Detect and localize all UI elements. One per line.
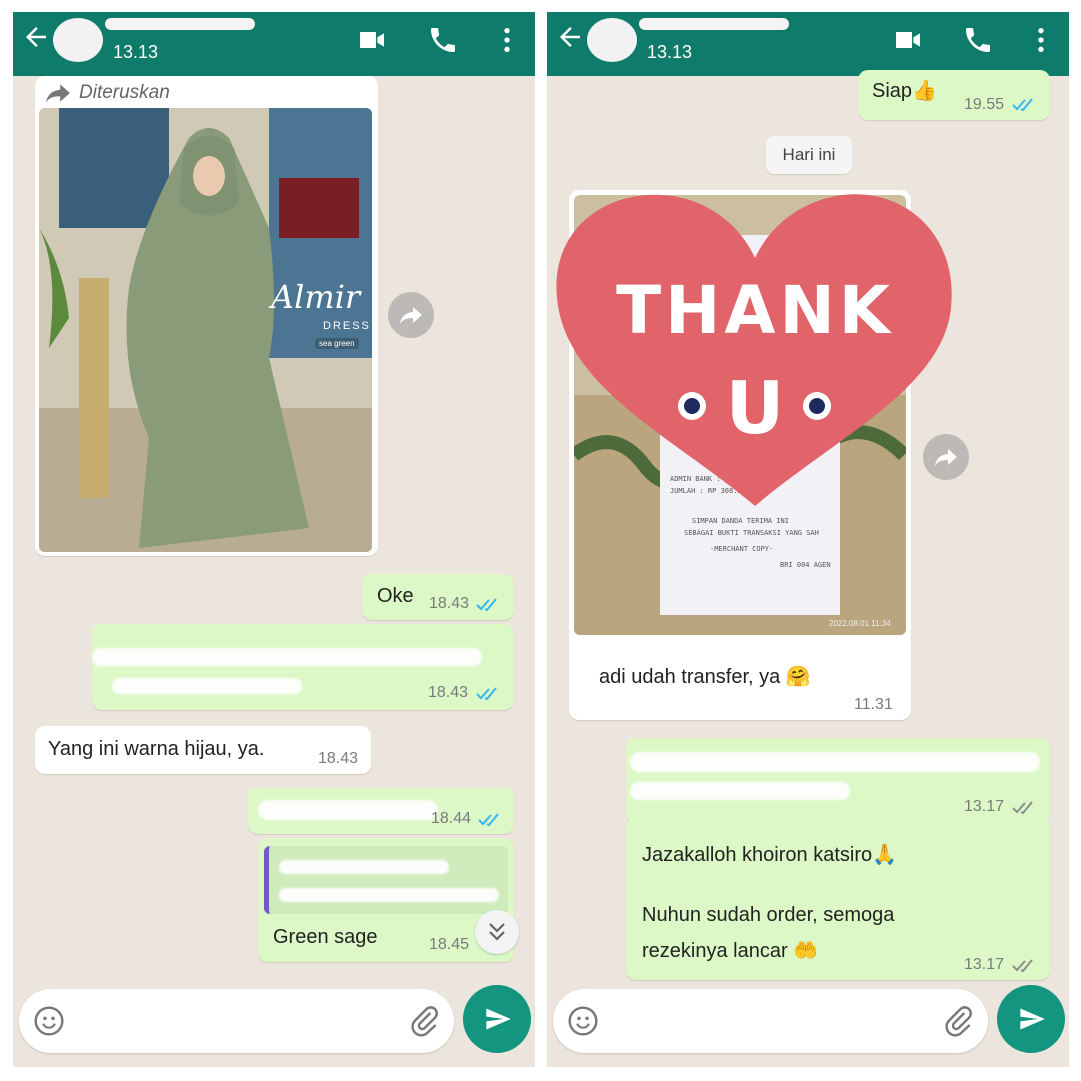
message-input-bar[interactable]: [19, 989, 454, 1053]
video-call-icon[interactable]: [892, 24, 924, 56]
message-time: 18.43: [428, 684, 469, 701]
contact-name-redacted[interactable]: [639, 18, 789, 30]
svg-text:SIMPAN DANDA TERIMA INI: SIMPAN DANDA TERIMA INI: [692, 517, 789, 525]
redacted-text: [630, 782, 850, 800]
forwarded-image-message[interactable]: Diteruskan Almir DRESS sea green: [35, 76, 378, 556]
message-text: Siap👍: [872, 80, 937, 102]
svg-text:SEBAGAI BUKTI TRANSAKSI YANG S: SEBAGAI BUKTI TRANSAKSI YANG SAH: [684, 529, 819, 537]
chat-header: 13.13: [13, 12, 535, 76]
message-time: 18.43: [318, 750, 359, 767]
message-input-bar[interactable]: [553, 989, 988, 1053]
forward-icon: [935, 449, 957, 466]
outgoing-message[interactable]: Jazakalloh khoiron katsiro🙏 Nuhun sudah …: [626, 818, 1050, 980]
message-line: Nuhun sudah order, semoga: [642, 904, 895, 926]
outgoing-message[interactable]: Siap👍 19.55: [858, 70, 1050, 120]
color-tag: sea green: [315, 338, 359, 349]
phone-icon[interactable]: [427, 24, 459, 56]
sticker-line-2: U: [725, 366, 785, 450]
sticker-line-1: THANK: [616, 272, 894, 349]
forwarded-label: Diteruskan: [79, 82, 170, 103]
date-divider: Hari ini: [766, 136, 852, 174]
forward-button[interactable]: [388, 292, 434, 338]
message-time: 13.17: [964, 956, 1005, 973]
avatar[interactable]: [587, 18, 637, 62]
brand-sub: DRESS: [323, 320, 371, 332]
redacted-text: [92, 648, 482, 666]
double-check-icon: [476, 598, 497, 612]
avatar[interactable]: [53, 18, 103, 62]
send-icon: [1020, 1008, 1045, 1030]
svg-text:BRI 004 AGEN: BRI 004 AGEN: [780, 561, 831, 569]
message-text: Yang ini warna hijau, ya.: [48, 738, 265, 760]
send-icon: [486, 1008, 511, 1030]
emoji-icon[interactable]: [567, 1005, 599, 1037]
outgoing-message[interactable]: 13.17: [626, 738, 1050, 824]
redacted-text: [258, 800, 438, 820]
contact-name-redacted[interactable]: [105, 18, 255, 30]
video-call-icon[interactable]: [356, 24, 388, 56]
scroll-down-icon: [489, 923, 505, 941]
scroll-down-button[interactable]: [475, 910, 519, 954]
quoted-message[interactable]: [264, 846, 508, 914]
double-check-icon: [1012, 98, 1033, 112]
double-check-icon: [1012, 959, 1033, 973]
redacted-text: [279, 860, 449, 874]
outgoing-message[interactable]: 18.43: [92, 624, 514, 710]
message-text: Oke: [377, 585, 414, 607]
redacted-text: [279, 888, 499, 902]
double-check-icon: [476, 687, 497, 701]
forward-icon: [46, 84, 70, 103]
message-time: 18.45: [429, 936, 470, 953]
outgoing-message[interactable]: Oke 18.43: [362, 574, 514, 620]
message-time: 18.43: [429, 595, 470, 612]
photo-date: 2022.08.01 11:34: [829, 619, 891, 628]
chat-panel-left: 13.13 Diteruskan Almir DRESS sea green O…: [13, 12, 535, 1067]
message-time: 19.55: [964, 96, 1005, 113]
brand-name: Almir: [271, 278, 361, 316]
attach-icon[interactable]: [943, 1005, 975, 1037]
thank-you-sticker: THANK U: [555, 188, 955, 508]
attach-icon[interactable]: [409, 1005, 441, 1037]
send-button[interactable]: [997, 985, 1065, 1053]
header-time: 13.13: [647, 42, 693, 62]
message-text: Green sage: [273, 926, 378, 948]
message-time: 13.17: [964, 798, 1005, 815]
double-check-icon: [1012, 801, 1033, 815]
message-line: Jazakalloh khoiron katsiro🙏: [642, 844, 898, 866]
redacted-text: [112, 678, 302, 694]
header-time: 13.13: [113, 42, 159, 62]
double-check-icon: [478, 813, 499, 827]
redacted-text: [630, 752, 1040, 772]
chat-header: 13.13: [547, 12, 1069, 76]
more-vert-icon[interactable]: [1025, 24, 1057, 56]
forward-icon: [400, 307, 422, 324]
emoji-icon[interactable]: [33, 1005, 65, 1037]
dress-photo[interactable]: Almir DRESS sea green: [39, 108, 372, 552]
send-button[interactable]: [463, 985, 531, 1053]
outgoing-message[interactable]: 18.44: [248, 788, 514, 834]
more-vert-icon[interactable]: [491, 24, 523, 56]
message-text: adi udah transfer, ya 🤗: [599, 666, 811, 688]
chat-panel-right: 13.13 Siap👍 19.55 Hari ini ADMIN BANK : …: [547, 12, 1069, 1067]
reply-message[interactable]: Green sage 18.45: [258, 838, 514, 962]
message-time: 11.31: [854, 696, 893, 713]
incoming-message[interactable]: Yang ini warna hijau, ya. 18.43: [35, 726, 371, 774]
back-arrow-icon[interactable]: [555, 22, 585, 52]
svg-text:-MERCHANT COPY-: -MERCHANT COPY-: [710, 545, 773, 553]
message-line: rezekinya lancar 🤲: [642, 940, 819, 962]
message-time: 18.44: [431, 810, 472, 827]
phone-icon[interactable]: [962, 24, 994, 56]
back-arrow-icon[interactable]: [21, 22, 51, 52]
forward-button[interactable]: [923, 434, 969, 480]
